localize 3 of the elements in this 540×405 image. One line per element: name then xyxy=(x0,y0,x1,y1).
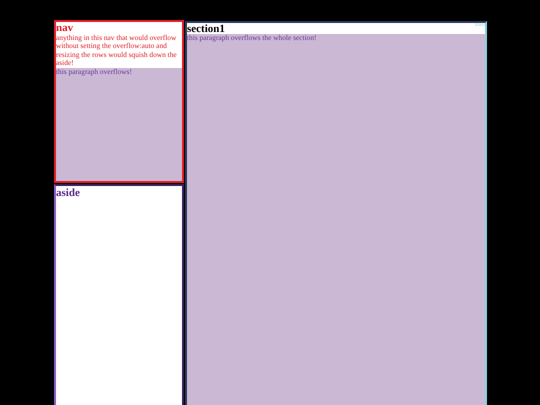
section-heading: section1 xyxy=(187,23,225,35)
nav-heading: nav xyxy=(56,22,74,34)
aside-heading: aside xyxy=(56,187,81,199)
